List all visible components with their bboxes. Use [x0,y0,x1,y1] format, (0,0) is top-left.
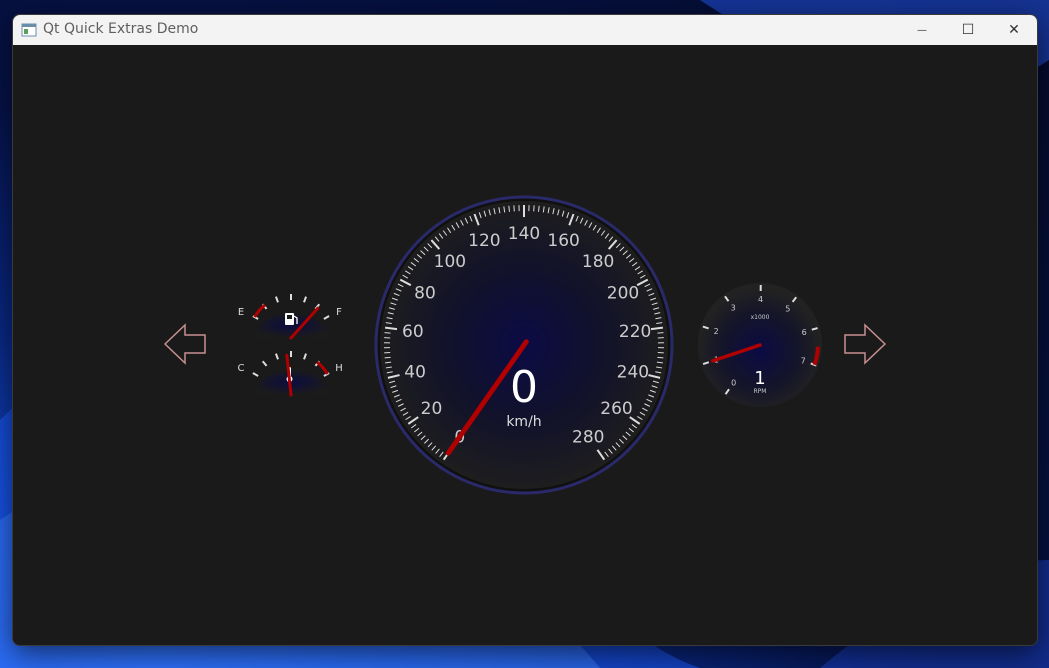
app-window: Qt Quick Extras Demo — ☐ ✕ E F C H 20 40… [12,14,1038,646]
speed-tick [657,356,664,359]
gauge-red-zone [316,360,329,375]
speed-tick [384,356,391,359]
temp-cold-label: C [238,363,245,374]
speed-tick-label: 80 [414,284,436,304]
close-button[interactable]: ✕ [991,15,1037,45]
speed-tick-label: 260 [600,399,632,419]
app-icon [21,23,37,37]
tach-unit: RPM [754,388,767,395]
gauge-tick [252,372,259,377]
tach-tick-label: 0 [731,379,736,388]
close-icon: ✕ [1008,22,1020,38]
left-arrow-icon[interactable] [163,323,206,365]
speed-tick-label: 60 [402,322,424,342]
speed-tick-label: 20 [421,399,443,419]
speed-value: 0 [510,362,538,413]
speed-tick-label: 40 [404,362,426,382]
window-title: Qt Quick Extras Demo [43,21,199,37]
gauge-red-zone [253,303,266,318]
tach-tick-label: 4 [758,295,763,304]
speed-tick-label: 140 [508,224,540,244]
speed-tick-label: 200 [607,284,639,304]
temp-hot-label: H [335,363,343,374]
speed-tick-label: 280 [572,428,604,448]
speed-tick-label: 100 [434,252,466,272]
tach-tick-label: 7 [801,357,806,366]
speed-tick [508,205,510,212]
fuel-full-label: F [336,307,342,318]
speed-tick-label: 180 [582,252,614,272]
tach-value: 1 [754,368,765,389]
fuel-gauge: E F [238,294,342,340]
tach-tick-label: 5 [785,304,790,313]
gauge-tick [323,315,330,320]
gauge-tick [303,353,307,360]
temp-gauge: C H [238,351,343,397]
title-bar: Qt Quick Extras Demo — ☐ ✕ [13,15,1037,45]
speed-tick-label: 120 [468,231,500,251]
gauge-tick [275,296,279,303]
speedometer: 020406080100120140160180200220240260280 … [374,195,674,495]
speed-tick [538,205,540,212]
speed-tick-label: 160 [547,231,579,251]
gauge-tick [275,353,279,360]
dashboard: E F C H 20 40 60 80 100 120 140 160 180 … [13,45,1037,645]
tach-tick-label: 6 [802,328,807,337]
right-arrow-icon[interactable] [844,323,887,365]
maximize-button[interactable]: ☐ [945,15,991,45]
gauge-tick [261,360,268,367]
speed-unit: km/h [506,414,541,430]
minimize-icon: — [917,24,927,36]
speed-tick-label: 240 [617,362,649,382]
speed-tick-label: 220 [619,322,651,342]
tach-tick-label: 3 [731,304,736,313]
speed-tick [657,332,664,334]
tachometer: 01234567 x1000 1 RPM [698,283,822,407]
tach-tick-label: 2 [714,327,719,336]
minimize-button[interactable]: — [899,15,945,45]
tach-multiplier: x1000 [751,314,770,321]
speed-tick [384,332,391,334]
gauge-tick [303,296,307,303]
maximize-icon: ☐ [961,22,975,38]
fuel-empty-label: E [238,307,244,318]
